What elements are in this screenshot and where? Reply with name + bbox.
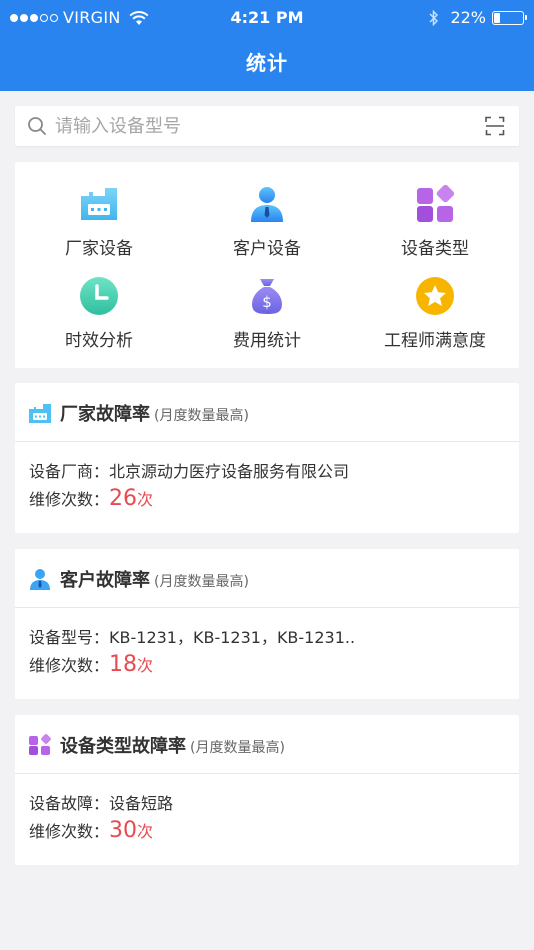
card-header: 客户故障率 (月度数量最高) <box>15 549 519 608</box>
model-value: KB-1231，KB-1231，KB-1231.. <box>109 628 356 647</box>
manufacturer-row: 设备厂商：北京源动力医疗设备服务有限公司 <box>29 458 505 481</box>
menu-item-label: 费用统计 <box>233 331 301 351</box>
model-row: 设备型号：KB-1231，KB-1231，KB-1231.. <box>29 624 505 647</box>
count-label: 维修次数： <box>29 656 110 675</box>
menu-item-cost-stats[interactable]: $ 费用统计 <box>183 254 351 351</box>
clock-icon <box>80 277 118 315</box>
count-label: 维修次数： <box>29 490 110 509</box>
menu-item-device-type[interactable]: 设备类型 <box>351 162 519 259</box>
menu-item-engineer-satisfaction[interactable]: 工程师满意度 <box>351 254 519 351</box>
star-icon <box>416 277 454 315</box>
menu-item-label: 时效分析 <box>65 331 133 351</box>
repair-count-row: 维修次数：26次 <box>29 486 505 518</box>
card-title: 设备类型故障率 (月度数量最高) <box>60 736 285 757</box>
customer-device-icon <box>30 569 50 590</box>
card-factory-failure-rate[interactable]: 厂家故障率 (月度数量最高) 设备厂商：北京源动力医疗设备服务有限公司 维修次数：… <box>15 383 519 533</box>
menu-item-factory-device[interactable]: 厂家设备 <box>15 162 183 259</box>
bluetooth-icon <box>429 9 439 26</box>
repair-count: 18 <box>109 652 138 677</box>
device-type-icon <box>29 734 51 755</box>
scan-icon[interactable] <box>485 116 505 136</box>
card-header: 厂家故障率 (月度数量最高) <box>15 383 519 442</box>
status-bar: VIRGIN 4:21 PM 22% <box>0 0 534 36</box>
battery-percent: 22% <box>450 8 486 27</box>
money-bag-icon: $ <box>252 279 282 314</box>
function-menu-grid: 厂家设备 客户设备 设备类型 时效分析 $ 费用统计 工程师满意度 <box>15 162 519 368</box>
repair-count-row: 维修次数：18次 <box>29 652 505 684</box>
count-unit: 次 <box>137 822 154 841</box>
field-label: 设备厂商： <box>29 462 110 481</box>
card-subtitle: (月度数量最高) <box>154 574 249 590</box>
card-subtitle: (月度数量最高) <box>154 408 249 424</box>
repair-count: 26 <box>109 486 138 511</box>
menu-item-timeliness[interactable]: 时效分析 <box>15 254 183 351</box>
field-label: 设备型号： <box>29 628 110 647</box>
customer-device-icon <box>251 187 283 222</box>
battery-icon <box>492 10 527 25</box>
page-title: 统计 <box>246 51 288 75</box>
fault-value: 设备短路 <box>109 794 174 813</box>
fault-row: 设备故障：设备短路 <box>29 790 505 813</box>
card-device-type-failure-rate[interactable]: 设备类型故障率 (月度数量最高) 设备故障：设备短路 维修次数：30次 <box>15 715 519 865</box>
manufacturer-value: 北京源动力医疗设备服务有限公司 <box>109 462 350 481</box>
card-customer-failure-rate[interactable]: 客户故障率 (月度数量最高) 设备型号：KB-1231，KB-1231，KB-12… <box>15 549 519 699</box>
menu-item-label: 工程师满意度 <box>384 331 486 351</box>
search-input[interactable] <box>55 112 475 140</box>
card-subtitle: (月度数量最高) <box>190 740 285 756</box>
card-header: 设备类型故障率 (月度数量最高) <box>15 715 519 774</box>
device-type-icon <box>417 184 455 222</box>
count-label: 维修次数： <box>29 822 110 841</box>
factory-device-icon <box>81 188 117 220</box>
factory-device-icon <box>29 404 51 423</box>
menu-item-customer-device[interactable]: 客户设备 <box>183 162 351 259</box>
card-title: 厂家故障率 (月度数量最高) <box>60 404 249 425</box>
card-title: 客户故障率 (月度数量最高) <box>60 570 249 591</box>
repair-count: 30 <box>109 818 138 843</box>
repair-count-row: 维修次数：30次 <box>29 818 505 850</box>
count-unit: 次 <box>137 490 154 509</box>
app-header: VIRGIN 4:21 PM 22% 统计 <box>0 0 534 91</box>
count-unit: 次 <box>137 656 154 675</box>
search-icon <box>28 117 46 135</box>
search-bar[interactable] <box>15 106 519 146</box>
svg-text:$: $ <box>262 293 272 311</box>
field-label: 设备故障： <box>29 794 110 813</box>
